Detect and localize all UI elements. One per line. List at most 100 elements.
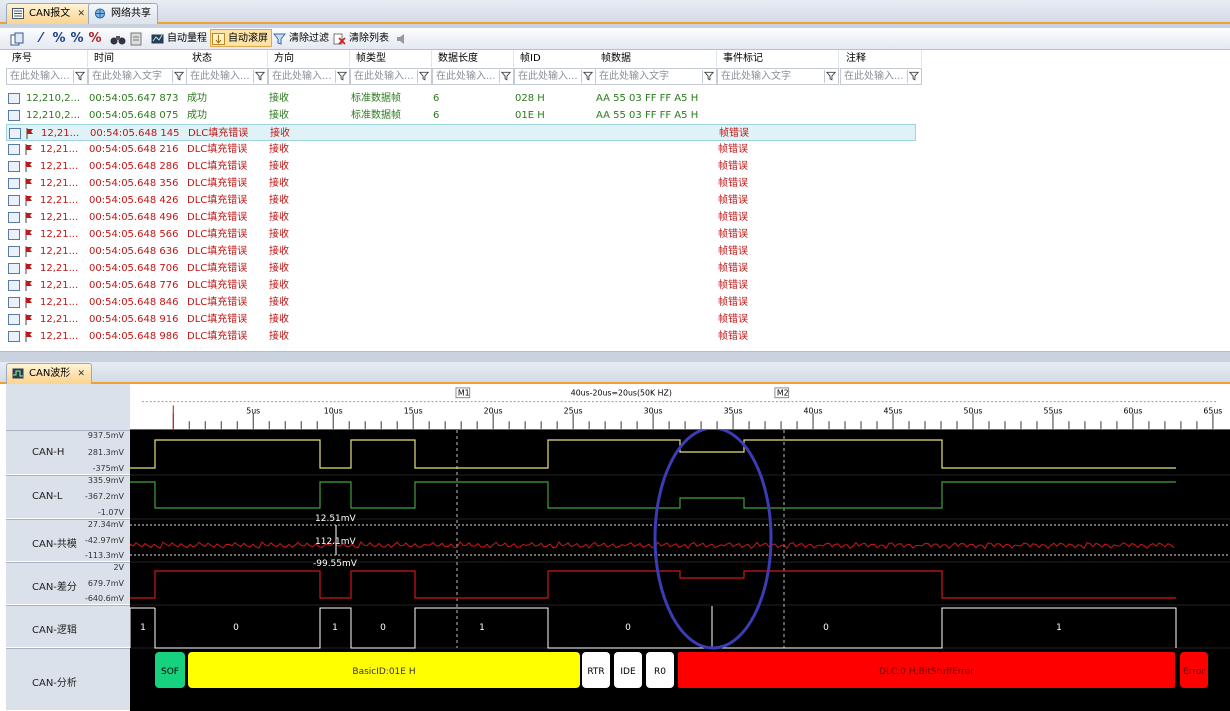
column-header[interactable]: 注释 xyxy=(840,50,922,67)
column-filter-input[interactable]: 在此处输入文字 xyxy=(717,68,839,85)
auto-scroll-button[interactable]: 自动滚屏 xyxy=(210,29,272,47)
column-filter-input[interactable]: 在此处输入... xyxy=(840,68,922,85)
filter-slash-icon[interactable]: ⁄ xyxy=(34,32,48,46)
cell-dir: 接收 xyxy=(270,128,290,139)
ruler-tick-label: 30us xyxy=(644,406,663,415)
table-row[interactable]: 12,21... 00:54:05.648 776 DLC填充错误 接收 帧错误 xyxy=(0,277,916,294)
column-header[interactable]: 数据长度 xyxy=(432,50,514,67)
table-row[interactable]: 12,21... 00:54:05.648 566 DLC填充错误 接收 帧错误 xyxy=(0,226,916,243)
table-row[interactable]: 12,21... 00:54:05.648 426 DLC填充错误 接收 帧错误 xyxy=(0,192,916,209)
error-flag-icon xyxy=(25,280,32,291)
filter-funnel-icon[interactable] xyxy=(702,70,715,83)
table-row[interactable]: 12,21... 00:54:05.648 846 DLC填充错误 接收 帧错误 xyxy=(0,294,916,311)
channel-label-6[interactable]: CAN-分析 xyxy=(6,648,130,711)
filter-funnel-icon[interactable] xyxy=(499,70,512,83)
channel-label-4[interactable]: CAN-差分 2V 679.7mV -640.6mV xyxy=(6,562,130,605)
column-header[interactable]: 状态 xyxy=(186,50,268,67)
cell-no: 12,21... xyxy=(40,212,79,223)
table-row[interactable]: 12,21... 00:54:05.648 916 DLC填充错误 接收 帧错误 xyxy=(0,311,916,328)
table-row[interactable]: 12,21... 00:54:05.648 145 DLC填充错误 接收 帧错误 xyxy=(6,124,916,141)
speaker-icon[interactable] xyxy=(396,33,410,45)
column-header[interactable]: 时间 xyxy=(88,50,187,67)
filter-percent-icon[interactable]: % xyxy=(70,32,84,46)
waveform-display[interactable]: 12.51mV112.1mV-99.55mV1 0 1 0 1 0 0 1SOF BasicID… xyxy=(130,430,1230,711)
column-header[interactable]: 事件标记 xyxy=(717,50,839,67)
filter-placeholder: 在此处输入... xyxy=(518,71,578,82)
table-row[interactable]: 12,21... 00:54:05.648 496 DLC填充错误 接收 帧错误 xyxy=(0,209,916,226)
column-filter-input[interactable]: 在此处输入... xyxy=(514,68,596,85)
cell-event: 帧错误 xyxy=(718,297,748,308)
marker-m1[interactable]: M1 xyxy=(455,387,471,399)
close-icon[interactable]: ✕ xyxy=(78,9,86,19)
channel-label-1[interactable]: CAN-H 937.5mV 281.3mV -375mV xyxy=(6,430,130,475)
filter-funnel-icon[interactable] xyxy=(824,70,837,83)
clear-filter-button[interactable]: 清除过滤 xyxy=(272,30,329,48)
close-icon[interactable]: ✕ xyxy=(78,369,86,379)
column-filter-input[interactable]: 在此处输入... xyxy=(186,68,268,85)
cell-time: 00:54:05.648 986 xyxy=(89,331,179,342)
cell-event: 帧错误 xyxy=(718,246,748,257)
scroll-icon xyxy=(212,33,225,45)
table-row[interactable]: 12,21... 00:54:05.648 356 DLC填充错误 接收 帧错误 xyxy=(0,175,916,192)
cell-no: 12,21... xyxy=(41,128,80,139)
waveform-icon xyxy=(12,368,24,379)
highlight-ellipse xyxy=(653,430,773,650)
cell-status: DLC填充错误 xyxy=(187,161,248,172)
filter-funnel-icon[interactable] xyxy=(907,70,920,83)
binoculars-icon[interactable] xyxy=(110,33,126,45)
filter-funnel-icon[interactable] xyxy=(335,70,348,83)
column-header[interactable]: 帧ID xyxy=(514,50,596,67)
channel-label-3[interactable]: CAN-共模 27.34mV -42.97mV -113.3mV xyxy=(6,519,130,562)
ruler-tick-label: 55us xyxy=(1043,406,1062,415)
auto-range-label: 自动量程 xyxy=(167,33,207,44)
table-row[interactable]: 12,21... 00:54:05.648 286 DLC填充错误 接收 帧错误 xyxy=(0,158,916,175)
message-icon xyxy=(8,144,20,155)
message-icon xyxy=(8,297,20,308)
filter-funnel-icon[interactable] xyxy=(253,70,266,83)
tab-network-share[interactable]: 网络共享 xyxy=(88,3,158,24)
marker-m2[interactable]: M2 xyxy=(774,387,790,399)
table-row[interactable]: 12,21... 00:54:05.648 636 DLC填充错误 接收 帧错误 xyxy=(0,243,916,260)
column-filter-input[interactable]: 在此处输入... xyxy=(350,68,432,85)
time-ruler[interactable]: M1 M2 40us-20us=20us(50K HZ) 5us 10us 15us… xyxy=(130,384,1230,430)
channel-scale-value: -640.6mV xyxy=(84,594,124,603)
cell-dir: 接收 xyxy=(269,212,289,223)
table-row[interactable]: 12,210,2... 00:54:05.647 873 成功 接收 标准数据帧 6 028… xyxy=(0,90,916,107)
table-row[interactable]: 12,21... 00:54:05.648 216 DLC填充错误 接收 帧错误 xyxy=(0,141,916,158)
tab-can-wave[interactable]: CAN波形 ✕ xyxy=(6,363,93,384)
copy-icon[interactable] xyxy=(10,32,24,46)
channel-scale-value: -42.97mV xyxy=(84,535,124,545)
document-icon[interactable] xyxy=(130,32,142,46)
filter-slash-icon-2[interactable]: % xyxy=(52,32,66,46)
column-header[interactable]: 帧数据 xyxy=(595,50,717,67)
cell-dir: 接收 xyxy=(269,161,289,172)
filter-funnel-icon[interactable] xyxy=(417,70,430,83)
table-row[interactable]: 12,21... 00:54:05.648 706 DLC填充错误 接收 帧错误 xyxy=(0,260,916,277)
column-filter-input[interactable]: 在此处输入... xyxy=(268,68,350,85)
cell-dir: 接收 xyxy=(269,195,289,206)
table-row[interactable]: 12,21... 00:54:05.648 986 DLC填充错误 接收 帧错误 xyxy=(0,328,916,345)
channel-label-2[interactable]: CAN-L 335.9mV -367.2mV -1.07V xyxy=(6,475,130,519)
filter-funnel-icon[interactable] xyxy=(581,70,594,83)
cell-dir: 接收 xyxy=(269,280,289,291)
column-filter-input[interactable]: 在此处输入文字 xyxy=(595,68,717,85)
column-filter-input[interactable]: 在此处输入... xyxy=(432,68,514,85)
column-header[interactable]: 序号 xyxy=(6,50,88,67)
column-filter-input[interactable]: 在此处输入... xyxy=(6,68,88,85)
clear-list-button[interactable]: 清除列表 xyxy=(332,30,389,48)
table-row[interactable]: 12,210,2... 00:54:05.648 075 成功 接收 标准数据帧 6 01E… xyxy=(0,107,916,124)
column-header[interactable]: 帧类型 xyxy=(350,50,432,67)
auto-range-button[interactable]: 自动量程 xyxy=(150,30,207,48)
pane-splitter[interactable] xyxy=(0,352,1230,362)
cell-time: 00:54:05.648 706 xyxy=(89,263,179,274)
cell-dir: 接收 xyxy=(269,263,289,274)
message-icon xyxy=(8,263,20,274)
column-header[interactable]: 方向 xyxy=(268,50,350,67)
column-filter-input[interactable]: 在此处输入文字 xyxy=(88,68,187,85)
channel-label-5[interactable]: CAN-逻辑 xyxy=(6,605,130,648)
tab-can-messages[interactable]: CAN报文 ✕ xyxy=(6,3,93,24)
cell-event: 帧错误 xyxy=(718,263,748,274)
filter-percent-red-icon[interactable]: % xyxy=(88,32,102,46)
filter-funnel-icon[interactable] xyxy=(172,70,185,83)
filter-funnel-icon[interactable] xyxy=(73,70,86,83)
